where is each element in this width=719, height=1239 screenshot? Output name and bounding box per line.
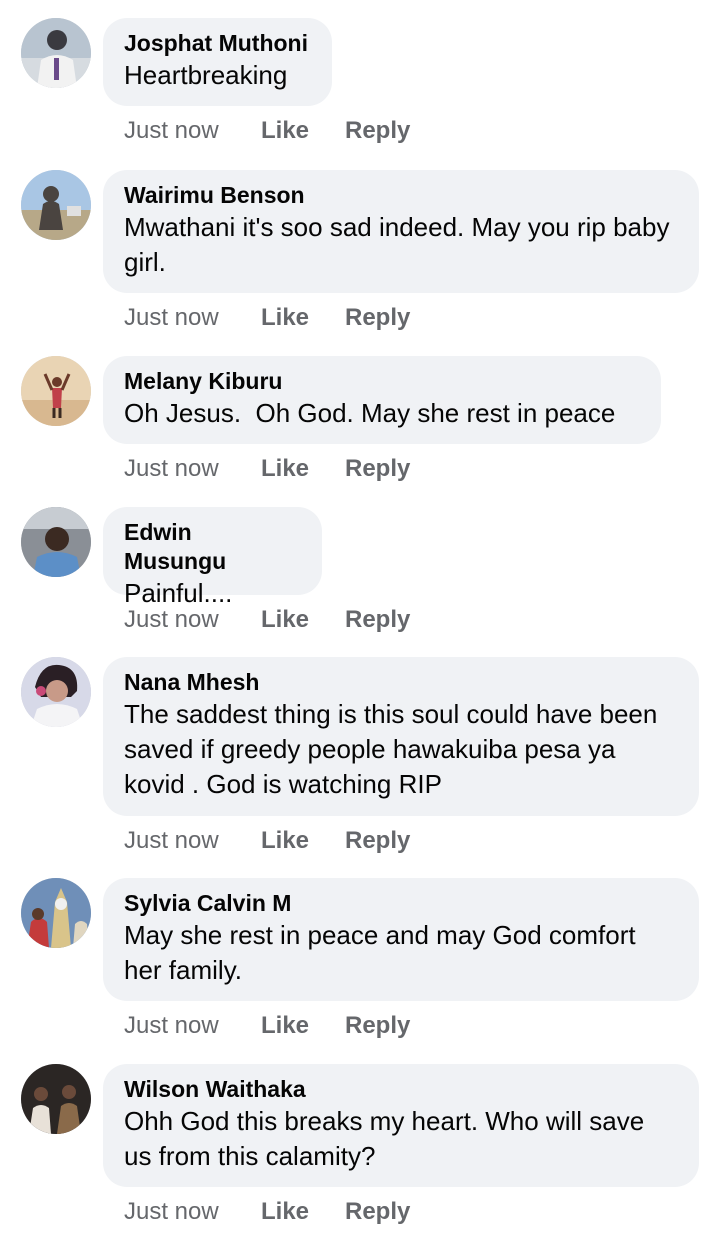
reply-button[interactable]: Reply [345, 1011, 410, 1041]
comment-actions: Just now Like Reply [124, 303, 424, 333]
comment-author[interactable]: Nana Mhesh [124, 668, 677, 697]
like-button[interactable]: Like [261, 826, 309, 856]
comment-timestamp[interactable]: Just now [124, 303, 219, 333]
profile-photo-icon [21, 170, 91, 240]
comment-text: The saddest thing is this soul could hav… [124, 699, 665, 799]
reply-button[interactable]: Reply [345, 116, 410, 146]
comment-author[interactable]: Wairimu Benson [124, 181, 677, 210]
reply-button[interactable]: Reply [345, 605, 410, 635]
comment-bubble: Josphat Muthoni Heartbreaking [103, 18, 332, 106]
comment-actions: Just now Like Reply [124, 116, 424, 146]
reply-button[interactable]: Reply [345, 826, 410, 856]
comment-timestamp[interactable]: Just now [124, 826, 219, 856]
comment-actions: Just now Like Reply [124, 1011, 424, 1041]
avatar[interactable] [21, 18, 91, 88]
comment-bubble: Melany Kiburu Oh Jesus. Oh God. May she … [103, 356, 661, 444]
profile-photo-icon [21, 18, 91, 88]
comment-actions: Just now Like Reply [124, 826, 424, 856]
comment-bubble: Edwin Musungu Painful.... [103, 507, 322, 608]
like-button[interactable]: Like [261, 454, 309, 484]
profile-photo-icon [21, 1064, 91, 1134]
comment-bubble: Sylvia Calvin M May she rest in peace an… [103, 878, 699, 1001]
reply-button[interactable]: Reply [345, 454, 410, 484]
comment-text: Oh Jesus. Oh God. May she rest in peace [124, 398, 616, 428]
comment-bubble: Wairimu Benson Mwathani it's soo sad ind… [103, 170, 699, 293]
comment-timestamp[interactable]: Just now [124, 1197, 219, 1227]
reply-button[interactable]: Reply [345, 1197, 410, 1227]
avatar[interactable] [21, 170, 91, 240]
profile-photo-icon [21, 657, 91, 727]
comment-author[interactable]: Josphat Muthoni [124, 29, 310, 58]
avatar[interactable] [21, 507, 91, 577]
reply-button[interactable]: Reply [345, 303, 410, 333]
avatar[interactable] [21, 878, 91, 948]
comment-timestamp[interactable]: Just now [124, 605, 219, 635]
comment-author[interactable]: Melany Kiburu [124, 367, 639, 396]
comment-timestamp[interactable]: Just now [124, 454, 219, 484]
comment-author[interactable]: Wilson Waithaka [124, 1075, 677, 1104]
comment-actions: Just now Like Reply [124, 1197, 424, 1227]
comment-text: Mwathani it's soo sad indeed. May you ri… [124, 212, 677, 277]
like-button[interactable]: Like [261, 605, 309, 635]
profile-photo-icon [21, 878, 91, 948]
avatar[interactable] [21, 657, 91, 727]
profile-photo-icon [21, 507, 91, 577]
comment-timestamp[interactable]: Just now [124, 1011, 219, 1041]
avatar[interactable] [21, 1064, 91, 1134]
like-button[interactable]: Like [261, 303, 309, 333]
like-button[interactable]: Like [261, 1011, 309, 1041]
comment-timestamp[interactable]: Just now [124, 116, 219, 146]
like-button[interactable]: Like [261, 116, 309, 146]
like-button[interactable]: Like [261, 1197, 309, 1227]
comment-actions: Just now Like Reply [124, 454, 424, 484]
comment-text: May she rest in peace and may God comfor… [124, 920, 643, 985]
avatar[interactable] [21, 356, 91, 426]
comment-author[interactable]: Sylvia Calvin M [124, 889, 677, 918]
comment-bubble: Wilson Waithaka Ohh God this breaks my h… [103, 1064, 699, 1187]
comment-bubble: Nana Mhesh The saddest thing is this sou… [103, 657, 699, 816]
comment-text: Heartbreaking [124, 60, 288, 90]
comment-author[interactable]: Edwin Musungu [124, 518, 300, 576]
comment-actions: Just now Like Reply [124, 605, 424, 635]
comment-text: Ohh God this breaks my heart. Who will s… [124, 1106, 652, 1171]
profile-photo-icon [21, 356, 91, 426]
